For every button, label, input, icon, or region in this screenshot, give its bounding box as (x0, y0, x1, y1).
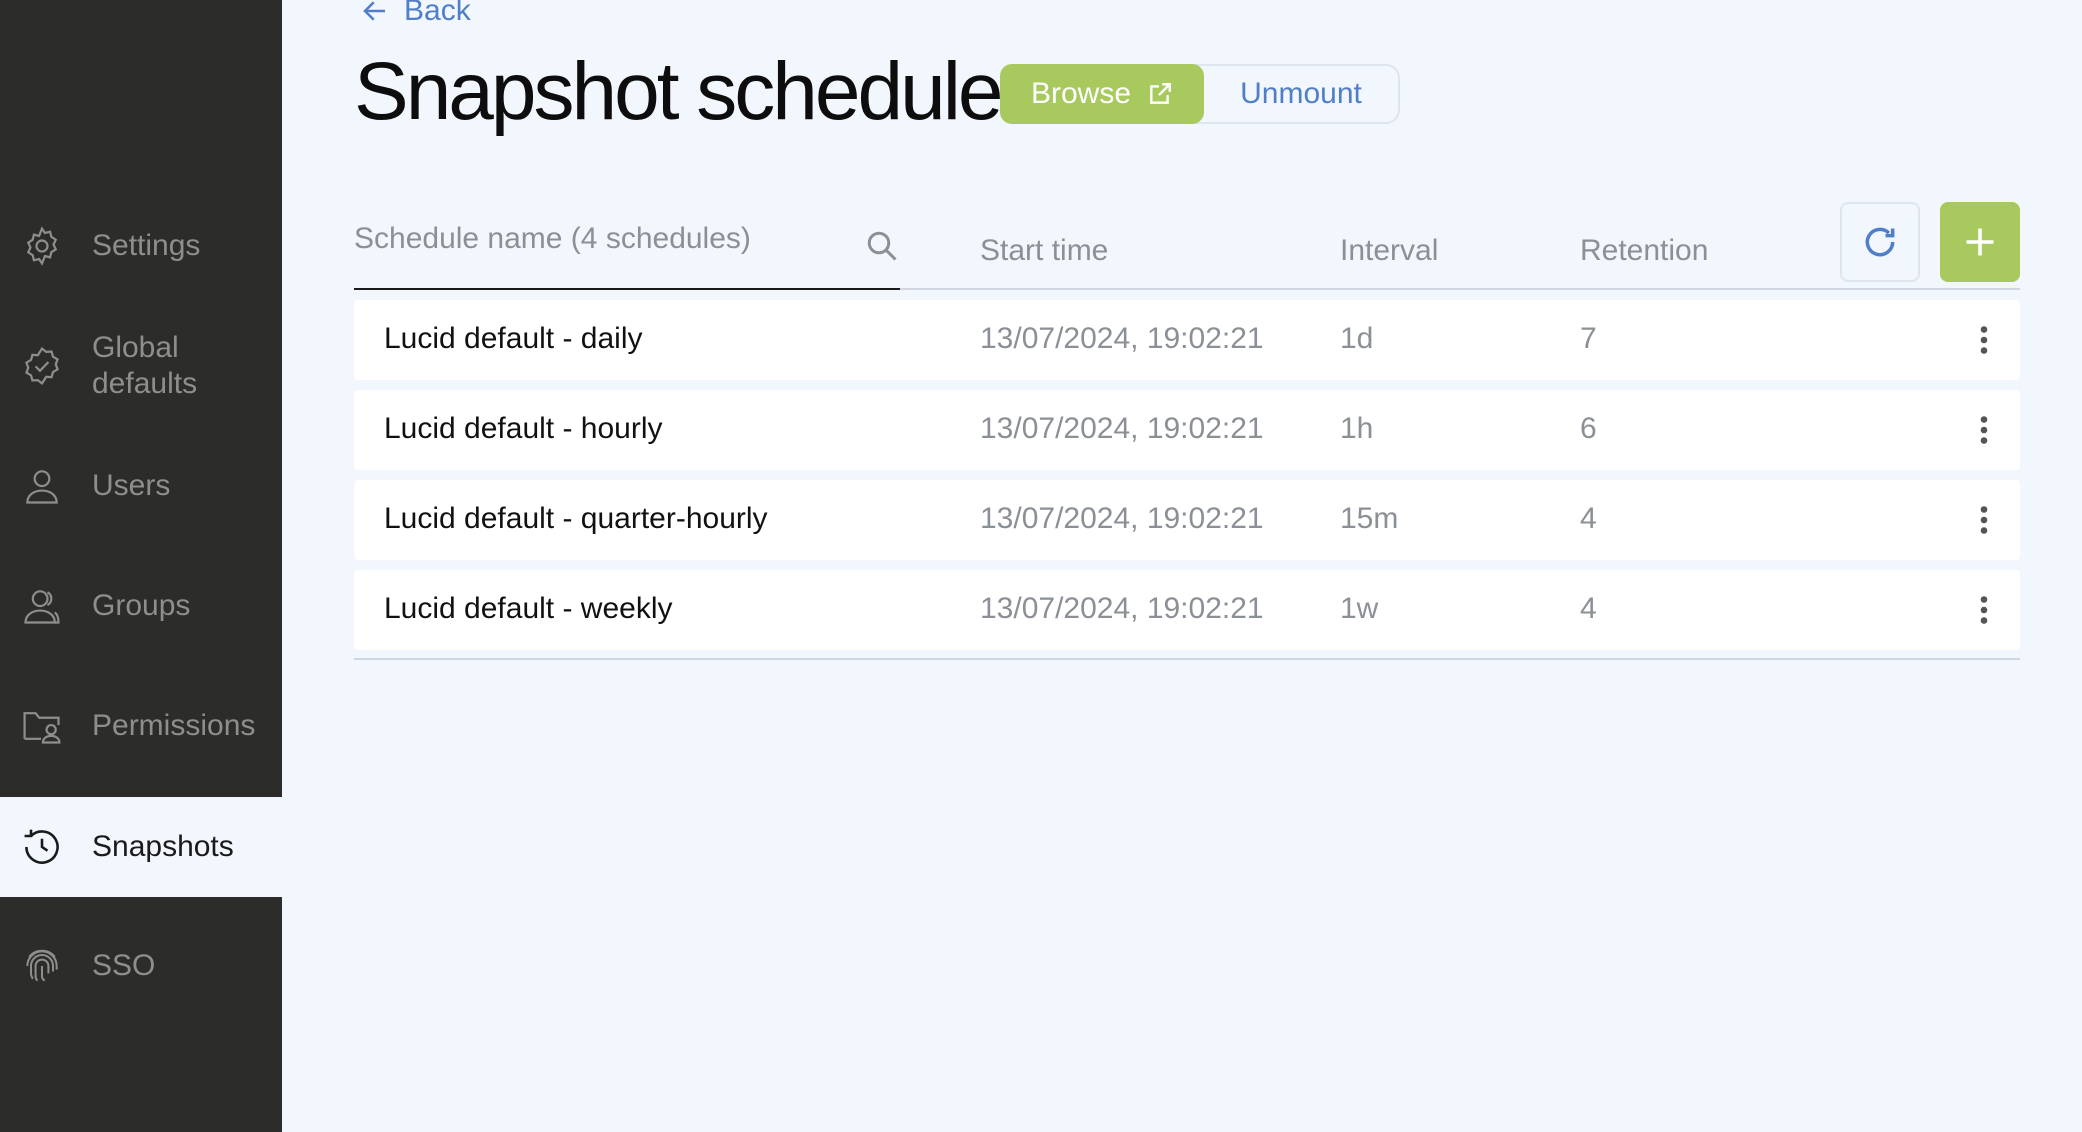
sidebar: Settings Global defaults Users Groups Pe… (0, 0, 282, 1132)
more-vertical-icon (1980, 506, 1988, 534)
search-placeholder: Schedule name (4 schedules) (354, 222, 751, 255)
row-menu-button[interactable] (1964, 590, 2004, 630)
column-header-retention[interactable]: Retention (1580, 234, 1708, 268)
badge-check-icon (20, 344, 64, 388)
schedule-name: Lucid default - daily (384, 322, 643, 355)
history-icon (20, 825, 64, 869)
more-vertical-icon (1980, 596, 1988, 624)
refresh-icon (1865, 227, 1895, 257)
schedule-name: Lucid default - hourly (384, 412, 663, 445)
start-time: 13/07/2024, 19:02:21 (980, 502, 1264, 535)
column-header-interval[interactable]: Interval (1340, 234, 1438, 268)
plus-icon (1966, 228, 1994, 256)
interval-value: 1h (1340, 412, 1374, 445)
retention-value: 7 (1580, 322, 1597, 355)
table-row[interactable]: Lucid default - hourly 13/07/2024, 19:02… (354, 390, 2020, 470)
unmount-button[interactable]: Unmount (1204, 66, 1398, 122)
interval-value: 1w (1340, 592, 1379, 625)
sidebar-item-label: Settings (92, 229, 201, 262)
header-actions: Browse Unmount (1000, 64, 1400, 124)
back-label: Back (404, 0, 471, 27)
row-menu-button[interactable] (1964, 410, 2004, 450)
start-time: 13/07/2024, 19:02:21 (980, 322, 1264, 355)
page-title: Snapshot schedule (354, 46, 1004, 137)
sidebar-item-snapshots[interactable]: Snapshots (0, 797, 282, 897)
start-time: 13/07/2024, 19:02:21 (980, 592, 1264, 625)
table-row[interactable]: Lucid default - quarter-hourly 13/07/202… (354, 480, 2020, 560)
search-input[interactable]: Schedule name (4 schedules) (354, 214, 900, 290)
external-link-icon (1150, 83, 1171, 104)
browse-label: Browse (1030, 77, 1132, 110)
table-row[interactable]: Lucid default - daily 13/07/2024, 19:02:… (354, 300, 2020, 380)
gear-icon (20, 224, 64, 268)
refresh-button[interactable] (1840, 202, 1920, 282)
column-header-start-time[interactable]: Start time (980, 234, 1108, 268)
sidebar-item-label: Snapshots (92, 830, 234, 863)
more-vertical-icon (1980, 416, 1988, 444)
sidebar-item-label: Permissions (92, 709, 256, 742)
start-time: 13/07/2024, 19:02:21 (980, 412, 1264, 445)
sidebar-item-permissions[interactable]: Permissions (0, 702, 282, 750)
schedule-name: Lucid default - quarter-hourly (384, 502, 768, 535)
users-icon (20, 584, 64, 628)
interval-value: 15m (1340, 502, 1399, 535)
sidebar-item-global-defaults[interactable]: Global defaults (0, 328, 282, 404)
retention-value: 4 (1580, 592, 1597, 625)
unmount-label: Unmount (1240, 77, 1362, 110)
row-menu-button[interactable] (1964, 320, 2004, 360)
sidebar-item-settings[interactable]: Settings (0, 222, 282, 270)
back-link[interactable]: Back (360, 0, 471, 28)
sidebar-item-groups[interactable]: Groups (0, 582, 282, 630)
search-icon[interactable] (864, 228, 900, 264)
interval-value: 1d (1340, 322, 1374, 355)
browse-button[interactable]: Browse (1000, 64, 1204, 124)
sidebar-item-label: SSO (92, 949, 156, 982)
schedule-name: Lucid default - weekly (384, 592, 673, 625)
retention-value: 6 (1580, 412, 1597, 445)
add-schedule-button[interactable] (1940, 202, 2020, 282)
table-row[interactable]: Lucid default - weekly 13/07/2024, 19:02… (354, 570, 2020, 650)
sidebar-item-label: Global defaults (92, 331, 198, 400)
sidebar-item-label: Groups (92, 589, 191, 622)
arrow-left-icon (363, 1, 385, 21)
folder-user-icon (20, 704, 64, 748)
fingerprint-icon (20, 944, 64, 988)
sidebar-item-sso[interactable]: SSO (0, 942, 282, 990)
table-bottom-divider (354, 658, 2020, 660)
sidebar-item-label: Users (92, 469, 171, 502)
header-divider (900, 288, 2020, 290)
user-icon (20, 464, 64, 508)
more-vertical-icon (1980, 326, 1988, 354)
retention-value: 4 (1580, 502, 1597, 535)
sidebar-item-users[interactable]: Users (0, 462, 282, 510)
row-menu-button[interactable] (1964, 500, 2004, 540)
